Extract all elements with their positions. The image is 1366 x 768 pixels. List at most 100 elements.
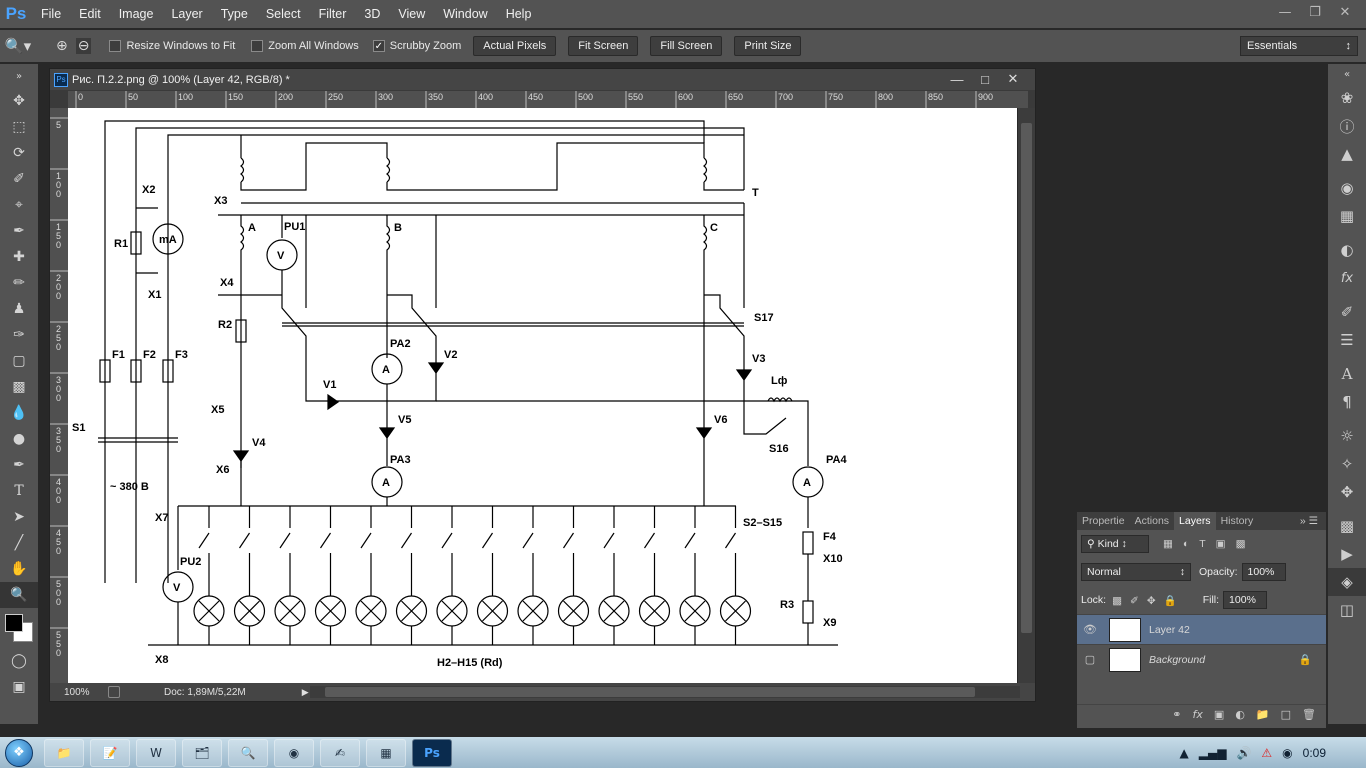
new-layer-icon[interactable]: □: [1281, 708, 1291, 721]
layer-row-layer-42[interactable]: 👁 Layer 42: [1077, 614, 1326, 644]
taskbar-pen-icon[interactable]: ✍: [320, 738, 360, 767]
menu-view[interactable]: View: [389, 7, 434, 21]
zoom-level[interactable]: 100%: [64, 687, 104, 698]
tab-properties[interactable]: Propertie: [1077, 512, 1130, 530]
clock[interactable]: 0:09: [1303, 746, 1326, 760]
doc-maximize-icon[interactable]: □: [973, 69, 997, 89]
menu-3d[interactable]: 3D: [355, 7, 389, 21]
horizontal-scroll-thumb[interactable]: [325, 687, 975, 697]
actual-pixels-button[interactable]: Actual Pixels: [473, 36, 557, 56]
foreground-color-swatch[interactable]: [5, 614, 23, 632]
scrubby-zoom-checkbox[interactable]: ✓ Scrubby Zoom: [372, 40, 461, 52]
doc-close-icon[interactable]: ✕: [1001, 69, 1025, 89]
filter-type-icons[interactable]: ▦◐T▣▩: [1163, 538, 1256, 550]
quick-mask-icon[interactable]: ◯: [0, 648, 38, 674]
restore-icon[interactable]: ❐: [1302, 2, 1328, 22]
taskbar-folder-icon[interactable]: 🗂: [182, 738, 222, 767]
tab-actions[interactable]: Actions: [1130, 512, 1174, 530]
hand-tool-icon[interactable]: ✋: [0, 556, 38, 582]
tab-history[interactable]: History: [1216, 512, 1259, 530]
pen-tool-icon[interactable]: ✒: [0, 452, 38, 478]
fill-field[interactable]: 100%: [1223, 591, 1268, 609]
paths-panel-icon[interactable]: ✧: [1328, 450, 1366, 478]
alert-icon[interactable]: ⚠: [1261, 746, 1272, 760]
brush-tool-icon[interactable]: ✏: [0, 270, 38, 296]
opacity-field[interactable]: 100%: [1241, 563, 1286, 581]
history-brush-tool-icon[interactable]: ✑: [0, 322, 38, 348]
taskbar-photoshop-icon[interactable]: Ps: [412, 738, 452, 767]
menu-file[interactable]: File: [32, 7, 70, 21]
menu-layer[interactable]: Layer: [162, 7, 211, 21]
channels-panel-icon[interactable]: ◫: [1328, 596, 1366, 624]
info-panel-icon[interactable]: ⓘ: [1328, 112, 1366, 140]
volume-icon[interactable]: 🔊: [1236, 746, 1251, 760]
fx-icon[interactable]: fx: [1193, 708, 1203, 721]
navigator-panel-icon[interactable]: ✥: [1328, 478, 1366, 506]
eyedropper-tool-icon[interactable]: ✒: [0, 218, 38, 244]
taskbar-word-icon[interactable]: W: [136, 738, 176, 767]
network-icon[interactable]: ◉: [1282, 746, 1292, 760]
brush-presets-icon[interactable]: ☰: [1328, 326, 1366, 354]
add-mask-icon[interactable]: ▣: [1214, 708, 1224, 721]
doc-minimize-icon[interactable]: —: [945, 69, 969, 89]
layer-row-background[interactable]: ▢ Background 🔒: [1077, 644, 1326, 674]
clone-source-icon[interactable]: ▩: [1328, 512, 1366, 540]
minimize-icon[interactable]: —: [1272, 2, 1298, 22]
timeline-play-icon[interactable]: ▶: [1328, 540, 1366, 568]
menu-edit[interactable]: Edit: [70, 7, 110, 21]
brush-panel-icon[interactable]: ✐: [1328, 298, 1366, 326]
adjustments-panel-icon[interactable]: ◐: [1328, 236, 1366, 264]
vertical-scroll-thumb[interactable]: [1021, 123, 1032, 633]
trash-icon[interactable]: 🗑: [1302, 708, 1316, 721]
close-icon[interactable]: ✕: [1332, 2, 1358, 22]
color-panel-icon[interactable]: ❀: [1328, 84, 1366, 112]
fx-panel-icon[interactable]: fx: [1328, 264, 1366, 292]
zoom-tool-icon[interactable]: 🔍: [0, 582, 38, 608]
3d-panel-icon[interactable]: ☼: [1328, 422, 1366, 450]
gradient-tool-icon[interactable]: ▩: [0, 374, 38, 400]
healing-tool-icon[interactable]: ✚: [0, 244, 38, 270]
link-layers-icon[interactable]: ⚭: [1172, 708, 1181, 721]
visibility-toggle-icon[interactable]: ▢: [1077, 653, 1103, 666]
tray-expand-icon[interactable]: ▲: [1180, 746, 1189, 760]
crop-tool-icon[interactable]: ⌖: [0, 192, 38, 218]
taskbar-app-icon[interactable]: ▦: [366, 738, 406, 767]
workspace-select[interactable]: Essentials ↕: [1240, 36, 1358, 56]
menu-window[interactable]: Window: [434, 7, 496, 21]
panel-menu-icon[interactable]: » ☰: [1300, 515, 1326, 527]
styles-panel-icon[interactable]: ▦: [1328, 202, 1366, 230]
zoom-tool-preset-icon[interactable]: 🔍▾: [0, 37, 36, 55]
paragraph-panel-icon[interactable]: ¶: [1328, 388, 1366, 416]
character-panel-icon[interactable]: A: [1328, 360, 1366, 388]
eye-icon[interactable]: 👁: [1077, 623, 1103, 636]
menu-help[interactable]: Help: [497, 7, 541, 21]
menu-filter[interactable]: Filter: [310, 7, 356, 21]
lock-icons[interactable]: ▩✐✥🔒: [1112, 594, 1185, 607]
kind-filter-select[interactable]: ⚲ Kind ↕: [1081, 535, 1149, 553]
taskbar-notepad-icon[interactable]: 📝: [90, 738, 130, 767]
dodge-tool-icon[interactable]: ●: [0, 426, 38, 452]
collapse-arrows-icon[interactable]: »: [0, 64, 38, 88]
image-canvas[interactable]: X2 X1 X3 X4 X5 X6 X7 X8 X9 X10 R1 R2 R3 …: [68, 108, 1017, 683]
status-menu-arrow-icon[interactable]: ▶: [302, 687, 309, 698]
histogram-panel-icon[interactable]: ▲: [1328, 140, 1366, 168]
fit-screen-button[interactable]: Fit Screen: [568, 36, 639, 56]
eraser-tool-icon[interactable]: ▢: [0, 348, 38, 374]
new-group-icon[interactable]: 📁: [1256, 708, 1270, 721]
blur-tool-icon[interactable]: 💧: [0, 400, 38, 426]
type-tool-icon[interactable]: T: [0, 478, 38, 504]
status-icon[interactable]: [108, 686, 120, 698]
path-select-tool-icon[interactable]: ➤: [0, 504, 38, 530]
screen-mode-icon[interactable]: ▣: [0, 674, 38, 700]
taskbar-explorer-icon[interactable]: 📁: [44, 738, 84, 767]
adjustment-layer-icon[interactable]: ◐: [1235, 708, 1245, 721]
menu-type[interactable]: Type: [212, 7, 257, 21]
fill-screen-button[interactable]: Fill Screen: [650, 36, 723, 56]
horizontal-scrollbar[interactable]: [310, 686, 1020, 698]
color-swatches[interactable]: [0, 608, 38, 648]
line-tool-icon[interactable]: ╱: [0, 530, 38, 556]
marquee-tool-icon[interactable]: ⬚: [0, 114, 38, 140]
quick-select-tool-icon[interactable]: ✐: [0, 166, 38, 192]
menu-select[interactable]: Select: [257, 7, 310, 21]
print-size-button[interactable]: Print Size: [734, 36, 802, 56]
